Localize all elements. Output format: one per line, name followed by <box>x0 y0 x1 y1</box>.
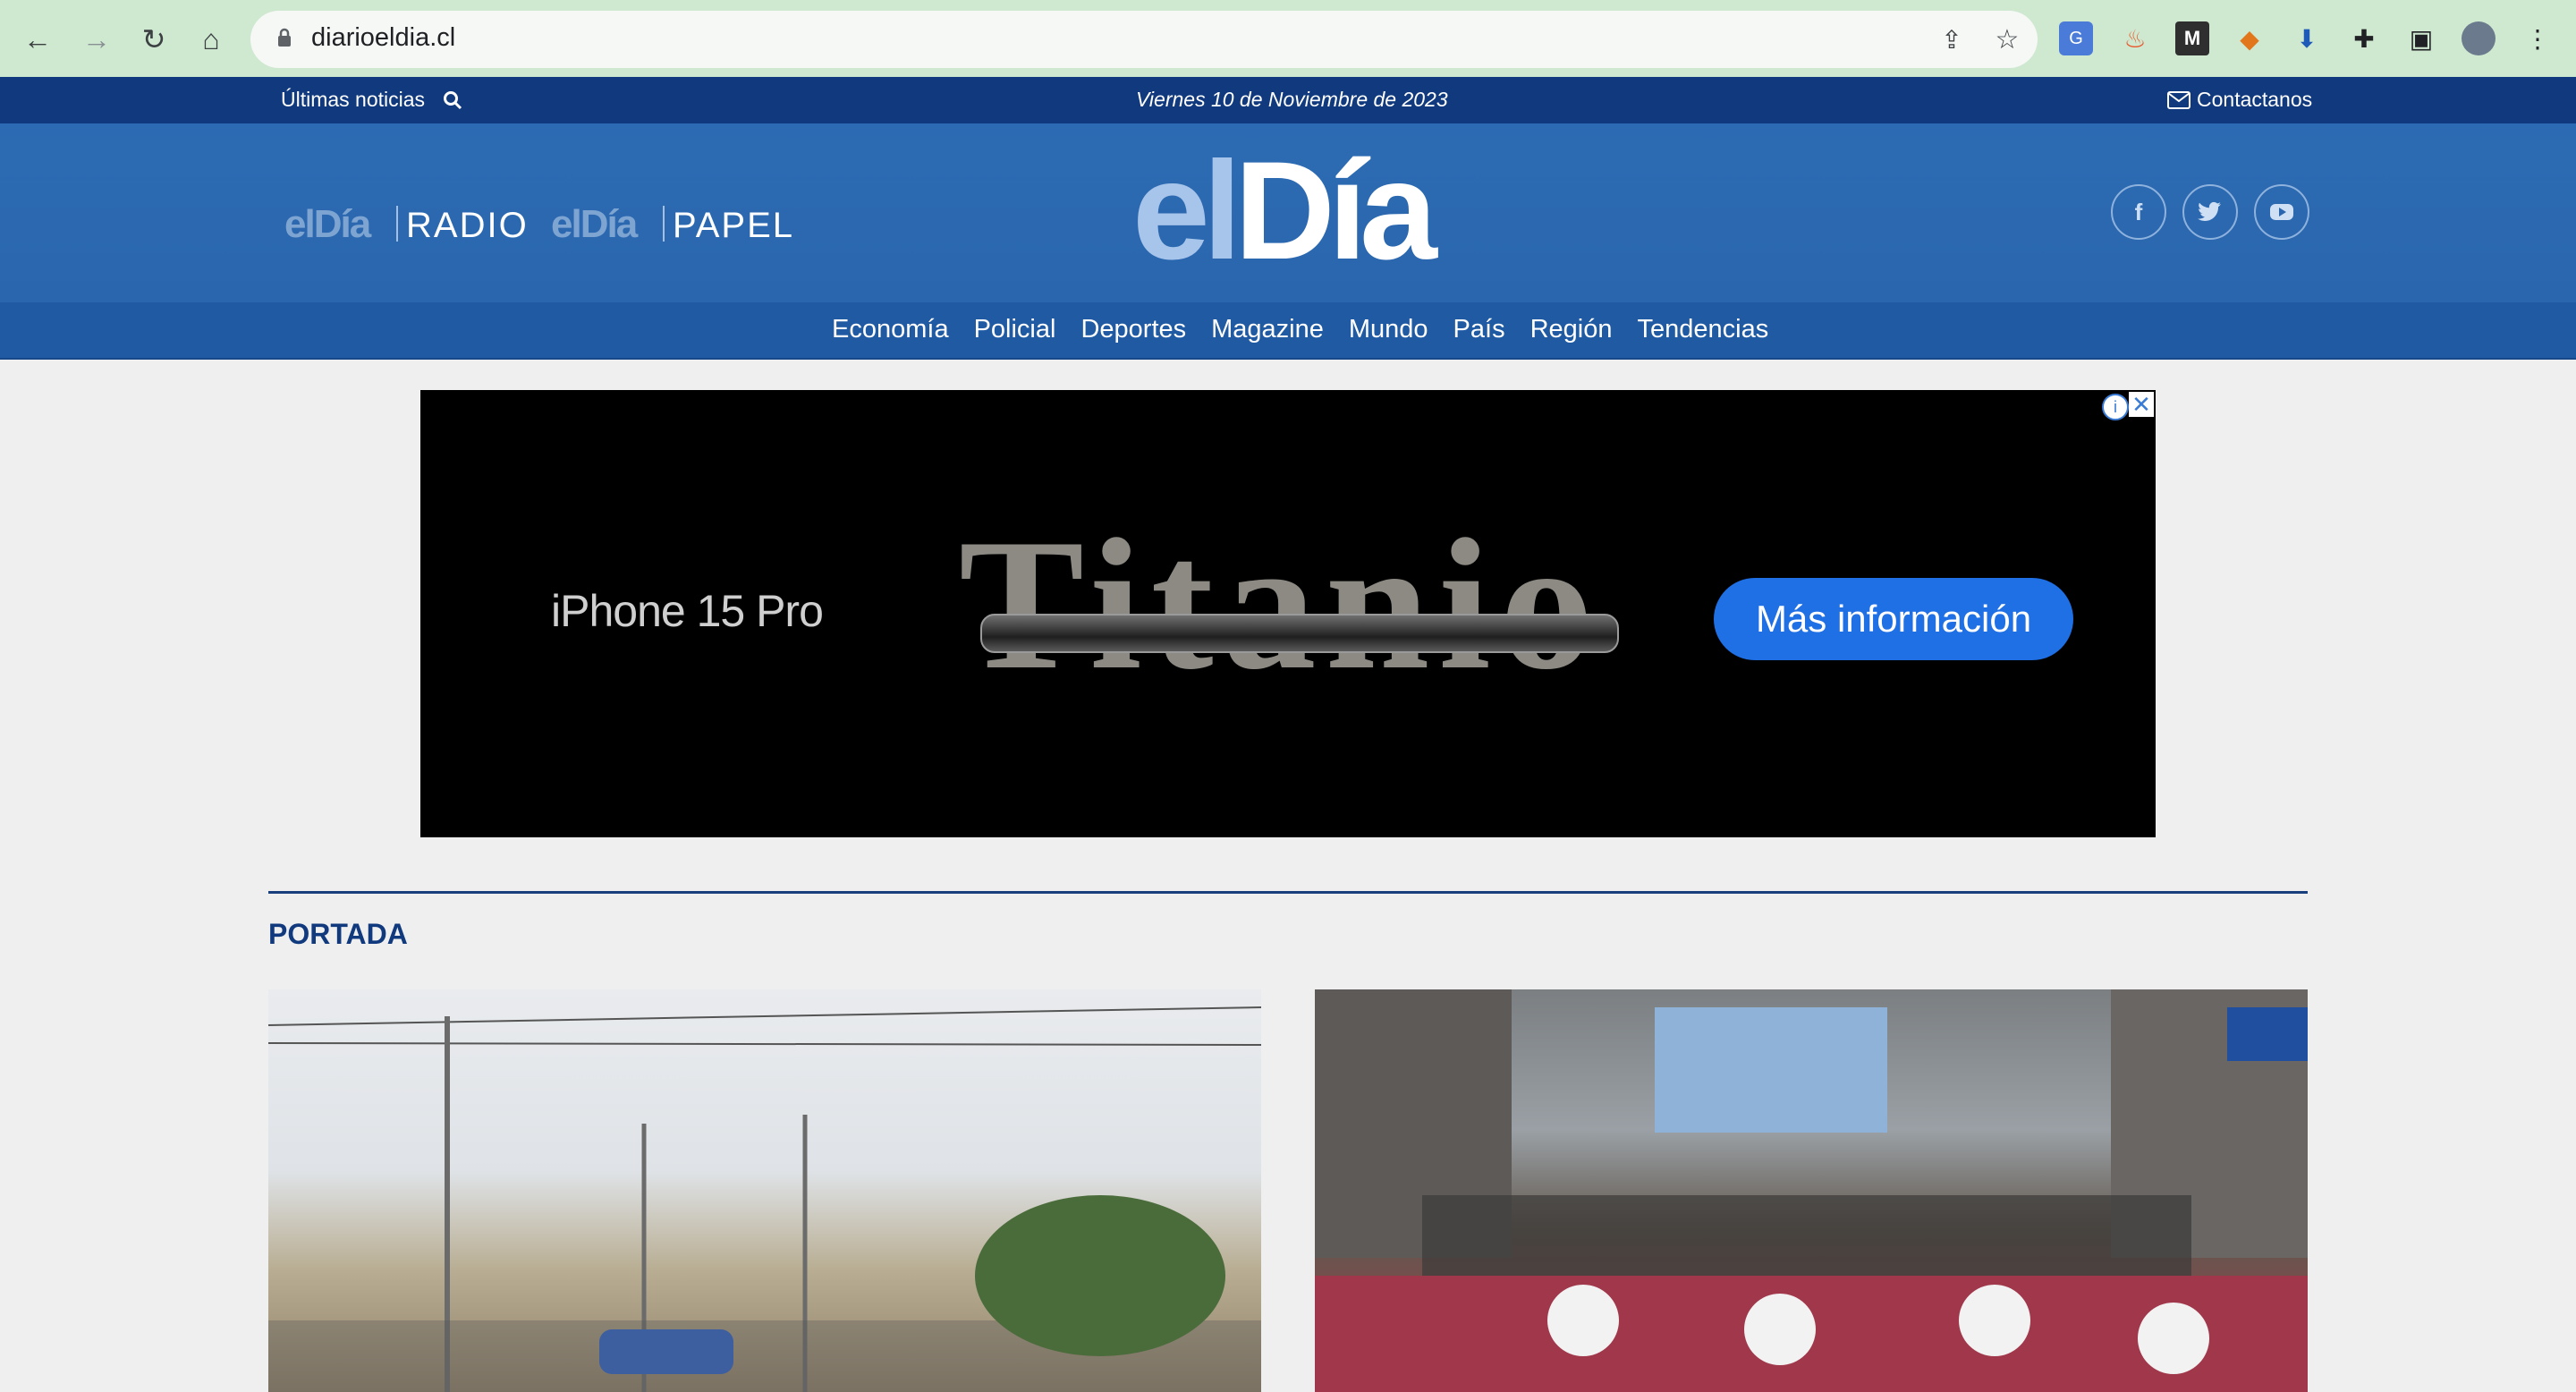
nav-item-tendencias[interactable]: Tendencias <box>1637 315 1768 344</box>
radio-logo: elDía <box>284 202 372 247</box>
ad-cta-button[interactable]: Más información <box>1714 578 2073 660</box>
puzzle-icon[interactable]: ✚ <box>2347 21 2381 55</box>
section-divider <box>268 891 2308 894</box>
ad-product-text: iPhone 15 Pro <box>551 586 824 636</box>
nav-item-deportes[interactable]: Deportes <box>1080 315 1186 344</box>
download-extension-icon[interactable]: ⬇ <box>2290 21 2324 55</box>
ad-info-icon[interactable]: i <box>2102 394 2129 420</box>
article-image[interactable] <box>1315 989 2308 1392</box>
lock-icon <box>278 28 291 47</box>
home-icon[interactable]: ⌂ <box>191 20 231 59</box>
ad-headline: Titanio <box>959 501 1603 709</box>
twitter-icon[interactable] <box>2182 184 2238 240</box>
sidebar-icon[interactable]: ▣ <box>2404 21 2438 55</box>
divider <box>396 206 398 242</box>
street-photo <box>268 1006 1261 1392</box>
papel-logo-el: el <box>551 202 582 246</box>
current-date: Viernes 10 de Noviembre de 2023 <box>1136 88 1448 111</box>
reload-icon[interactable]: ↻ <box>134 20 174 59</box>
site-header: elDía RADIO elDía PAPEL elDía f <box>0 123 2576 302</box>
youtube-icon[interactable] <box>2254 184 2309 240</box>
divider <box>663 206 665 242</box>
nav-item-mundo[interactable]: Mundo <box>1349 315 1428 344</box>
m-extension-icon[interactable]: M <box>2175 21 2209 55</box>
site-logo-dia: Día <box>1234 133 1437 289</box>
search-icon[interactable] <box>442 89 463 111</box>
radio-label: RADIO <box>406 206 529 245</box>
fire-extension-icon[interactable]: ♨ <box>2118 21 2152 55</box>
radio-logo-el: el <box>284 202 316 246</box>
url-text[interactable]: diarioeldia.cl <box>311 23 455 53</box>
main-nav: Economía Policial Deportes Magazine Mund… <box>0 302 2576 360</box>
ad-banner[interactable]: iPhone 15 Pro Titanio Más información i … <box>420 390 2156 837</box>
phone-image <box>980 614 1619 653</box>
street-event-photo <box>1315 989 2308 1392</box>
site-logo-el: el <box>1132 133 1241 289</box>
nav-item-magazine[interactable]: Magazine <box>1211 315 1324 344</box>
papel-logo-dia: Día <box>580 202 639 246</box>
article-image[interactable] <box>268 989 1261 1392</box>
ad-close-icon[interactable]: ✕ <box>2129 391 2154 418</box>
star-icon[interactable]: ☆ <box>1987 20 2027 59</box>
browser-toolbar: ← → ↻ ⌂ diarioeldia.cl ⇪ ☆ G ♨ M ◆ ⬇ ✚ ▣… <box>0 0 2576 77</box>
profile-avatar[interactable] <box>2462 21 2496 55</box>
address-bar[interactable]: diarioeldia.cl ⇪ ☆ <box>250 11 2038 68</box>
facebook-icon[interactable]: f <box>2111 184 2166 240</box>
papel-label: PAPEL <box>673 206 794 245</box>
papel-logo: elDía <box>551 202 639 247</box>
radio-logo-dia: Día <box>313 202 372 246</box>
nav-item-economia[interactable]: Economía <box>832 315 949 344</box>
mail-icon <box>2167 91 2190 109</box>
site-logo[interactable]: elDía <box>1132 141 1437 281</box>
nav-item-region[interactable]: Región <box>1530 315 1613 344</box>
ad-product-name: iPhone 15 Pro <box>551 585 824 637</box>
translate-icon[interactable]: G <box>2059 21 2093 55</box>
share-icon[interactable]: ⇪ <box>1932 20 1971 59</box>
site-topbar: Últimas noticias Viernes 10 de Noviembre… <box>0 77 2576 123</box>
fox-extension-icon[interactable]: ◆ <box>2233 21 2267 55</box>
nav-item-pais[interactable]: País <box>1453 315 1505 344</box>
back-icon[interactable]: ← <box>18 20 57 59</box>
section-title: PORTADA <box>268 918 408 950</box>
nav-item-policial[interactable]: Policial <box>974 315 1056 344</box>
forward-icon[interactable]: → <box>77 20 116 59</box>
menu-icon[interactable]: ⋮ <box>2521 21 2555 55</box>
contact-link[interactable]: Contactanos <box>2197 88 2312 112</box>
latest-news-link[interactable]: Últimas noticias <box>281 88 425 112</box>
